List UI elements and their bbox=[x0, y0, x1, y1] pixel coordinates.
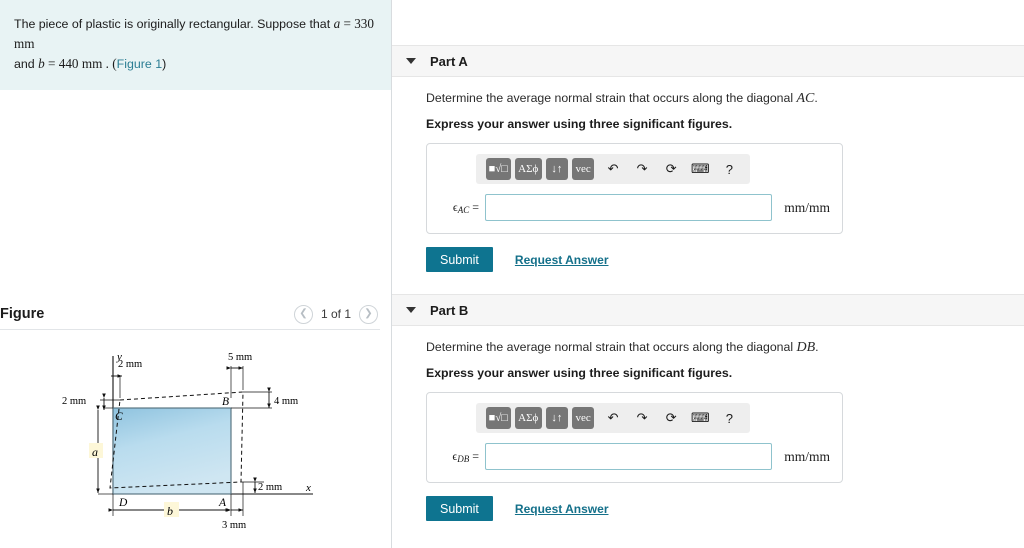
sub-superscript-button[interactable]: ↓↑ bbox=[545, 407, 568, 429]
problem-eq-b: = 440 mm . ( bbox=[44, 55, 117, 71]
reset-icon[interactable]: ⟳ bbox=[661, 158, 682, 180]
point-label-C: C bbox=[115, 411, 123, 423]
part-a-answer-input[interactable] bbox=[485, 194, 773, 221]
part-b-answer-label: ϵDB = bbox=[439, 449, 485, 464]
redo-icon[interactable]: ↷ bbox=[632, 407, 653, 429]
plate-rectangle bbox=[112, 407, 232, 495]
problem-text-2: and bbox=[14, 56, 39, 71]
dim-right-4mm: 4 mm bbox=[274, 396, 298, 407]
part-a-section: Part A Determine the average normal stra… bbox=[392, 45, 1024, 272]
dim-left-2mm: 2 mm bbox=[62, 396, 86, 407]
part-b-subscript: DB bbox=[457, 454, 470, 464]
right-pane: Part A Determine the average normal stra… bbox=[392, 0, 1024, 548]
reset-icon[interactable]: ⟳ bbox=[661, 407, 682, 429]
part-b-answer-input[interactable] bbox=[485, 443, 773, 470]
keyboard-icon[interactable]: ⌨ bbox=[690, 407, 711, 429]
part-a-header[interactable]: Part A bbox=[392, 45, 1024, 77]
axis-label-x: x bbox=[305, 482, 311, 494]
part-a-answer-row: ϵAC = mm/mm bbox=[439, 194, 830, 221]
dim-top-right-5mm: 5 mm bbox=[228, 352, 252, 363]
part-b-section: Part B Determine the average normal stra… bbox=[392, 294, 1024, 521]
problem-statement: The piece of plastic is originally recta… bbox=[0, 0, 391, 90]
greek-symbols-button[interactable]: ΑΣϕ bbox=[514, 407, 542, 429]
figure-header: Figure ❮ 1 of 1 ❯ bbox=[0, 300, 392, 328]
part-b-label: Part B bbox=[430, 302, 469, 318]
part-b-equals: = bbox=[469, 449, 479, 463]
part-a-prompt-post: . bbox=[814, 91, 818, 105]
figure-diagram: y x 2 mm 2 mm 5 mm 4 mm 2 mm 3 mm a b C … bbox=[0, 336, 392, 548]
figure-counter: 1 of 1 bbox=[320, 307, 351, 321]
redo-icon[interactable]: ↷ bbox=[632, 158, 653, 180]
part-b-prompt-pre: Determine the average normal strain that… bbox=[426, 340, 797, 354]
part-b-body: Determine the average normal strain that… bbox=[392, 326, 1024, 521]
part-a-equals: = bbox=[469, 200, 479, 214]
part-b-answer-box: ■√□ ΑΣϕ ↓↑ vec ↶ ↷ ⟳ ⌨ ? ϵDB = mm/mm bbox=[426, 392, 843, 483]
help-icon[interactable]: ? bbox=[719, 407, 740, 429]
part-b-request-answer-link[interactable]: Request Answer bbox=[515, 502, 609, 516]
vector-button[interactable]: vec bbox=[571, 158, 595, 180]
figure-title: Figure bbox=[0, 306, 45, 322]
page-root: The piece of plastic is originally recta… bbox=[0, 0, 1024, 548]
part-b-math-toolbar: ■√□ ΑΣϕ ↓↑ vec ↶ ↷ ⟳ ⌨ ? bbox=[476, 403, 750, 433]
part-b-prompt-math: DB bbox=[796, 340, 816, 355]
problem-unit-a: mm bbox=[14, 35, 35, 51]
figure-1-link[interactable]: Figure 1 bbox=[117, 57, 162, 71]
part-b-submit-row: Submit Request Answer bbox=[426, 496, 1024, 521]
figure-nav: ❮ 1 of 1 ❯ bbox=[293, 304, 378, 324]
greek-symbols-button[interactable]: ΑΣϕ bbox=[514, 158, 542, 180]
part-b-submit-button[interactable]: Submit bbox=[426, 496, 493, 521]
part-a-answer-box: ■√□ ΑΣϕ ↓↑ vec ↶ ↷ ⟳ ⌨ ? ϵAC = mm/mm bbox=[426, 143, 843, 234]
part-a-submit-row: Submit Request Answer bbox=[426, 247, 1024, 272]
part-a-answer-label: ϵAC = bbox=[439, 200, 485, 215]
problem-var-b: b bbox=[38, 55, 45, 71]
part-b-instruction: Express your answer using three signific… bbox=[426, 366, 733, 380]
left-pane: The piece of plastic is originally recta… bbox=[0, 0, 392, 548]
dim-top-left-2mm: 2 mm bbox=[118, 359, 142, 370]
part-b-prompt-post: . bbox=[815, 340, 819, 354]
part-a-prompt: Determine the average normal strain that… bbox=[426, 91, 1024, 107]
part-a-request-answer-link[interactable]: Request Answer bbox=[515, 253, 609, 267]
problem-eq-a: = 330 bbox=[340, 16, 374, 31]
part-a-instruction: Express your answer using three signific… bbox=[426, 117, 733, 131]
chevron-left-icon[interactable]: ❮ bbox=[293, 304, 313, 324]
part-b-header[interactable]: Part B bbox=[392, 294, 1024, 326]
keyboard-icon[interactable]: ⌨ bbox=[690, 158, 711, 180]
point-label-A: A bbox=[218, 497, 227, 509]
part-a-label: Part A bbox=[430, 53, 468, 69]
dim-a-label: a bbox=[92, 445, 98, 459]
dim-bottom-3mm: 3 mm bbox=[222, 520, 246, 531]
caret-down-icon[interactable] bbox=[406, 307, 416, 313]
part-a-units: mm/mm bbox=[784, 199, 830, 215]
help-icon[interactable]: ? bbox=[719, 158, 740, 180]
dim-bottom-right-2mm: 2 mm bbox=[258, 482, 282, 493]
part-a-submit-button[interactable]: Submit bbox=[426, 247, 493, 272]
part-b-units: mm/mm bbox=[784, 448, 830, 464]
undo-icon[interactable]: ↶ bbox=[602, 407, 623, 429]
point-label-B: B bbox=[222, 396, 229, 408]
caret-down-icon[interactable] bbox=[406, 58, 416, 64]
plastic-plate-svg: y x 2 mm 2 mm 5 mm 4 mm 2 mm 3 mm a b C … bbox=[62, 351, 313, 531]
template-sqrt-button[interactable]: ■√□ bbox=[486, 407, 511, 429]
problem-text-1: The piece of plastic is originally recta… bbox=[14, 17, 334, 31]
vector-button[interactable]: vec bbox=[571, 407, 595, 429]
part-a-body: Determine the average normal strain that… bbox=[392, 77, 1024, 272]
template-sqrt-button[interactable]: ■√□ bbox=[486, 158, 511, 180]
figure-divider bbox=[0, 329, 380, 330]
part-a-math-toolbar: ■√□ ΑΣϕ ↓↑ vec ↶ ↷ ⟳ ⌨ ? bbox=[476, 154, 750, 184]
part-a-subscript: AC bbox=[457, 205, 470, 215]
sub-superscript-button[interactable]: ↓↑ bbox=[545, 158, 568, 180]
dim-b-label: b bbox=[167, 504, 173, 518]
part-b-answer-row: ϵDB = mm/mm bbox=[439, 443, 830, 470]
undo-icon[interactable]: ↶ bbox=[602, 158, 623, 180]
part-a-prompt-math: AC bbox=[796, 91, 815, 106]
point-label-D: D bbox=[118, 497, 128, 509]
part-b-prompt: Determine the average normal strain that… bbox=[426, 340, 1024, 356]
part-a-prompt-pre: Determine the average normal strain that… bbox=[426, 91, 797, 105]
problem-text-3: ) bbox=[162, 56, 167, 71]
chevron-right-icon[interactable]: ❯ bbox=[359, 304, 378, 324]
